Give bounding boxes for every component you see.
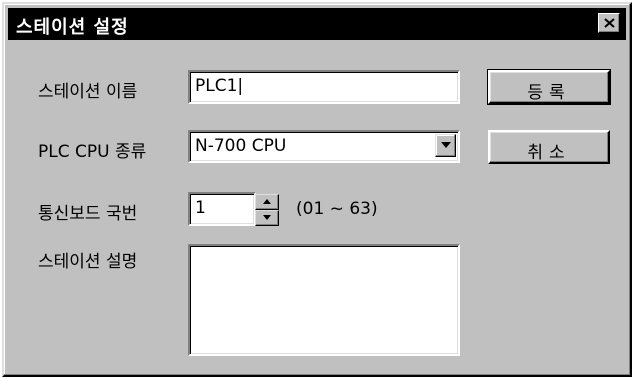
description-label: 스테이션 설명 [38, 252, 138, 272]
cpu-type-label: PLC CPU 종류 [38, 142, 147, 162]
cancel-button-label: 취소 [527, 143, 571, 163]
close-icon [604, 18, 615, 28]
register-button-label: 등록 [527, 83, 571, 103]
station-name-input[interactable]: PLC1| [188, 70, 460, 104]
arrow-up-icon [263, 199, 271, 204]
board-number-spinner[interactable] [255, 194, 279, 226]
station-name-value: PLC1| [195, 76, 244, 96]
arrow-down-icon [263, 215, 271, 220]
register-button[interactable]: 등록 [487, 69, 611, 105]
board-number-input[interactable]: 1 [188, 192, 256, 226]
board-number-label: 통신보드 국번 [38, 204, 138, 224]
board-number-value: 1 [195, 198, 206, 218]
dialog-title: 스테이션 설정 [16, 17, 129, 38]
cpu-type-select[interactable]: N-700 CPU [188, 130, 460, 163]
station-name-label: 스테이션 이름 [38, 82, 138, 102]
description-textarea[interactable] [188, 244, 460, 356]
close-button[interactable] [598, 13, 620, 33]
board-number-range: (01 ~ 63) [296, 199, 378, 219]
cpu-type-value: N-700 CPU [195, 136, 287, 156]
station-settings-dialog: 스테이션 설정 스테이션 이름 PLC1| 등록 PLC CPU 종류 N-70… [2, 2, 632, 377]
cpu-type-dropdown-button[interactable] [435, 134, 456, 157]
chevron-down-icon [441, 142, 451, 148]
title-bar[interactable]: 스테이션 설정 [8, 8, 626, 40]
spin-up-button[interactable] [255, 194, 279, 210]
spin-down-button[interactable] [255, 210, 279, 226]
cancel-button[interactable]: 취소 [488, 130, 610, 164]
